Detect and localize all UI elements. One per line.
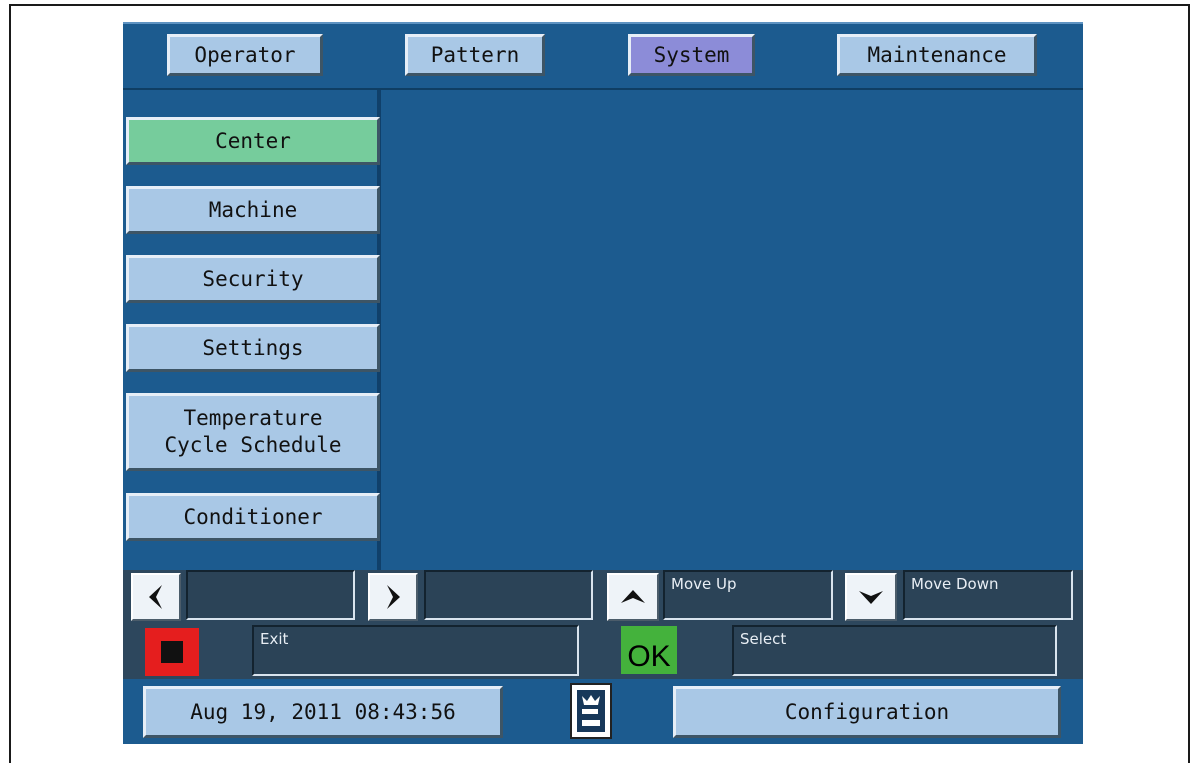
- brand-logo-icon: [577, 690, 605, 732]
- tab-operator[interactable]: Operator: [167, 34, 323, 76]
- tab-maintenance[interactable]: Maintenance: [837, 34, 1037, 76]
- tab-pattern[interactable]: Pattern: [405, 34, 545, 76]
- arrow-up-icon: [621, 590, 645, 603]
- right-arrow-button[interactable]: [368, 573, 418, 621]
- brand-logo: [570, 683, 612, 739]
- sidebar-item-settings[interactable]: Settings: [126, 324, 380, 372]
- right-function-field: [424, 570, 593, 620]
- hmi-screen: Operator Pattern System Maintenance Cent…: [123, 22, 1083, 744]
- exit-button[interactable]: [145, 628, 199, 676]
- sidebar-top-edge: [123, 88, 381, 90]
- tab-bar-highlight: [123, 22, 1083, 24]
- sidebar-item-security[interactable]: Security: [126, 255, 380, 303]
- frame-border-right: [1188, 4, 1190, 763]
- sidebar-item-machine[interactable]: Machine: [126, 186, 380, 234]
- select-label-field: Select: [732, 625, 1057, 676]
- left-function-field: [186, 570, 355, 620]
- sidebar-item-conditioner[interactable]: Conditioner: [126, 493, 380, 541]
- datetime-display: Aug 19, 2011 08:43:56: [143, 686, 503, 738]
- frame-border-top: [10, 4, 1190, 6]
- arrow-down-icon: [859, 591, 883, 604]
- left-arrow-button[interactable]: [131, 573, 181, 621]
- move-down-button[interactable]: [845, 573, 897, 621]
- tab-system[interactable]: System: [628, 34, 755, 76]
- frame-border-left: [9, 4, 11, 763]
- chevron-left-icon: [149, 585, 162, 609]
- screen-title: Configuration: [673, 686, 1061, 738]
- move-up-button[interactable]: [607, 573, 659, 621]
- move-up-label-field: Move Up: [663, 570, 833, 620]
- chevron-right-icon: [387, 585, 400, 609]
- sidebar-item-label-line2: Cycle Schedule: [164, 433, 342, 457]
- sidebar-item-temperature-cycle-schedule[interactable]: Temperature Cycle Schedule: [126, 393, 380, 471]
- ok-button[interactable]: OK: [621, 626, 677, 674]
- sidebar-item-label-line1: Temperature: [183, 406, 323, 430]
- move-down-label-field: Move Down: [903, 570, 1073, 620]
- sidebar-item-center[interactable]: Center: [126, 117, 380, 165]
- exit-label-field: Exit: [252, 625, 579, 676]
- stop-icon: [161, 641, 183, 663]
